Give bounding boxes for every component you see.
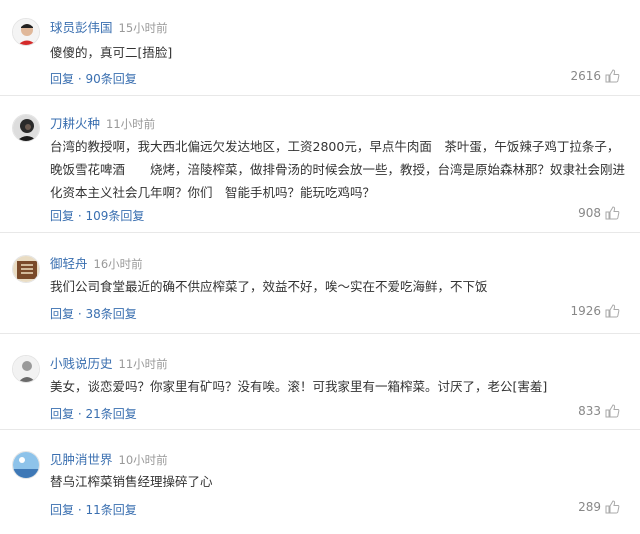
comment-item: 见肿消世界 10小时前 替乌江榨菜销售经理操碎了心 回复 · 11条回复 289 xyxy=(0,430,640,534)
like-count: 289 xyxy=(578,500,601,514)
comment-item: 球员彭伟国 15小时前 傻傻的，真可二[捂脸] 回复 · 90条回复 2616 xyxy=(0,0,640,96)
username-link[interactable]: 小贱说历史 xyxy=(50,356,113,371)
timestamp: 11小时前 xyxy=(118,357,168,371)
username-link[interactable]: 球员彭伟国 xyxy=(50,20,113,35)
comment-text: 替乌江榨菜销售经理操碎了心 xyxy=(50,474,213,489)
calligraphy-avatar[interactable] xyxy=(12,255,40,283)
timestamp: 15小时前 xyxy=(118,21,168,35)
thumbs-up-icon xyxy=(605,404,620,418)
username-link[interactable]: 刀耕火种 xyxy=(50,116,100,131)
like-count: 2616 xyxy=(570,69,601,83)
username-link[interactable]: 御轻舟 xyxy=(50,256,88,271)
comment-text: 傻傻的，真可二[捂脸] xyxy=(50,45,173,60)
like-button[interactable]: 289 xyxy=(578,500,620,514)
like-button[interactable]: 908 xyxy=(578,206,620,220)
reply-button[interactable]: 回复 · 21条回复 xyxy=(50,407,137,421)
like-count: 833 xyxy=(578,404,601,418)
like-count: 908 xyxy=(578,206,601,220)
reply-button[interactable]: 回复 · 38条回复 xyxy=(50,307,137,321)
username-link[interactable]: 见肿消世界 xyxy=(50,452,113,467)
grey-figure-avatar[interactable] xyxy=(12,355,40,383)
like-button[interactable]: 1926 xyxy=(570,304,620,318)
comment-text: 我们公司食堂最近的确不供应榨菜了，效益不好，唉～实在不爱吃海鲜，不下饭 xyxy=(50,279,488,294)
comment-item: 刀耕火种 11小时前 台湾的教授啊，我大西北偏远欠发达地区，工资2800元，早点牛… xyxy=(0,96,640,233)
comment-text: 台湾的教授啊，我大西北偏远欠发达地区，工资2800元，早点牛肉面 茶叶蛋，午饭辣… xyxy=(50,139,626,200)
dark-portrait-avatar[interactable] xyxy=(12,114,40,142)
reply-button[interactable]: 回复 · 90条回复 xyxy=(50,72,137,86)
comment-item: 小贱说历史 11小时前 美女，谈恋爱吗？你家里有矿吗？没有唉。滚！可我家里有一箱榨… xyxy=(0,334,640,430)
thumbs-up-icon xyxy=(605,206,620,220)
reply-button[interactable]: 回复 · 11条回复 xyxy=(50,503,137,517)
person-red-shirt-avatar[interactable] xyxy=(12,18,40,46)
timestamp: 10小时前 xyxy=(118,453,168,467)
thumbs-up-icon xyxy=(605,69,620,83)
timestamp: 16小时前 xyxy=(93,257,143,271)
reply-button[interactable]: 回复 · 109条回复 xyxy=(50,209,144,223)
thumbs-up-icon xyxy=(605,304,620,318)
comment-item: 御轻舟 16小时前 我们公司食堂最近的确不供应榨菜了，效益不好，唉～实在不爱吃海鲜… xyxy=(0,233,640,334)
like-button[interactable]: 833 xyxy=(578,404,620,418)
like-count: 1926 xyxy=(570,304,601,318)
blue-sky-avatar[interactable] xyxy=(12,451,40,479)
like-button[interactable]: 2616 xyxy=(570,69,620,83)
comment-text: 美女，谈恋爱吗？你家里有矿吗？没有唉。滚！可我家里有一箱榨菜。讨厌了，老公[害羞… xyxy=(50,379,548,394)
thumbs-up-icon xyxy=(605,500,620,514)
timestamp: 11小时前 xyxy=(106,117,156,131)
comment-list: 球员彭伟国 15小时前 傻傻的，真可二[捂脸] 回复 · 90条回复 2616 刀… xyxy=(0,0,640,534)
